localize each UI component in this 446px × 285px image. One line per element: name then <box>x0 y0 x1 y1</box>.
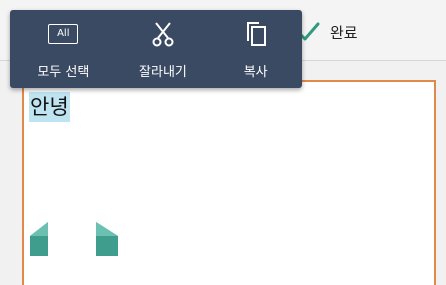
copy-button[interactable]: 복사 <box>209 10 302 88</box>
cut-button[interactable]: 잘라내기 <box>117 10 210 88</box>
text-editor[interactable]: 안녕 <box>22 80 436 285</box>
copy-icon <box>246 22 266 46</box>
select-all-button[interactable]: All 모두 선택 <box>10 10 117 88</box>
selection-end-handle[interactable] <box>96 222 118 256</box>
text-selection-menu: All 모두 선택 잘라내기 복사 <box>10 10 302 88</box>
selected-text[interactable]: 안녕 <box>29 92 70 122</box>
done-label: 완료 <box>330 23 358 42</box>
select-all-label: 모두 선택 <box>37 65 90 80</box>
select-all-icon: All <box>48 24 79 44</box>
copy-label: 복사 <box>243 65 268 80</box>
cut-label: 잘라내기 <box>139 65 187 80</box>
selection-start-handle[interactable] <box>30 222 48 256</box>
done-button[interactable]: 완료 <box>296 14 358 50</box>
scissors-icon <box>152 22 174 47</box>
